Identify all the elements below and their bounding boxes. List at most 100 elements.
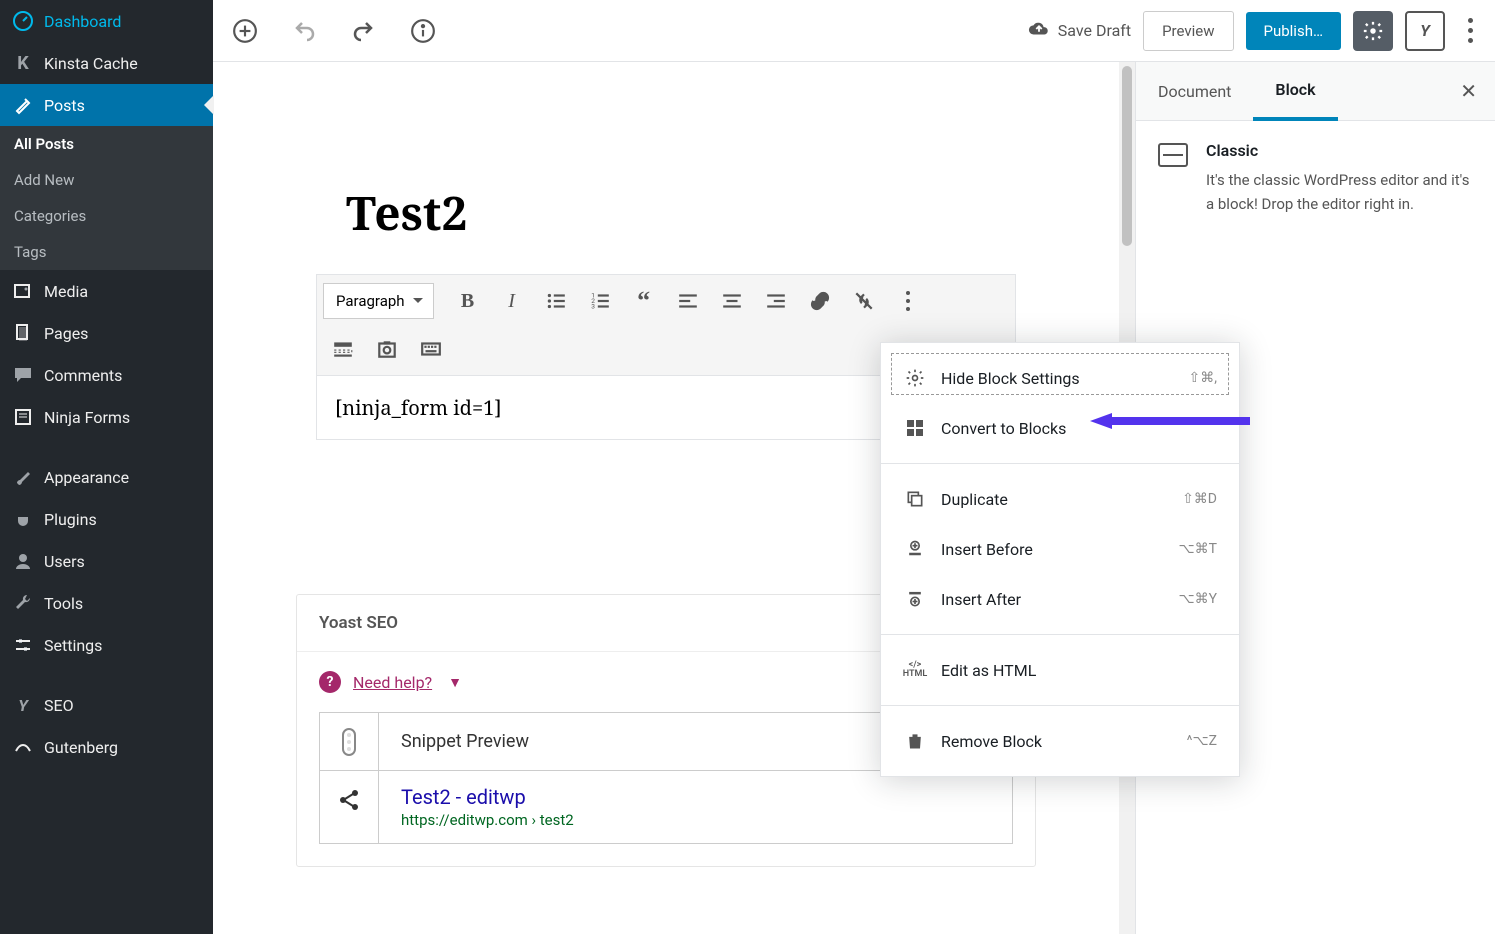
blocks-icon xyxy=(903,416,927,440)
tab-document[interactable]: Document xyxy=(1136,64,1253,119)
block-name: Classic xyxy=(1206,141,1473,160)
align-left-button[interactable] xyxy=(668,281,708,321)
user-icon xyxy=(12,550,34,572)
need-help-link[interactable]: Need help? xyxy=(353,673,432,692)
info-button[interactable] xyxy=(403,11,443,51)
duplicate-icon xyxy=(903,487,927,511)
sidebar-item-tools[interactable]: Tools xyxy=(0,582,213,624)
sidebar-item-appearance[interactable]: Appearance xyxy=(0,456,213,498)
sidebar-item-media[interactable]: Media xyxy=(0,270,213,312)
yoast-toggle-button[interactable]: Y xyxy=(1405,11,1445,51)
preview-button[interactable]: Preview xyxy=(1143,11,1233,51)
sidebar-label: Appearance xyxy=(44,468,129,487)
dashboard-icon xyxy=(12,10,34,32)
page-icon xyxy=(12,322,34,344)
snippet-title: Test2 - editwp xyxy=(401,785,990,809)
sidebar-item-seo[interactable]: Y SEO xyxy=(0,684,213,726)
admin-sidebar: Dashboard K Kinsta Cache Posts All Posts… xyxy=(0,0,213,934)
editor-topbar: Save Draft Preview Publish… Y xyxy=(213,0,1495,62)
duplicate-item[interactable]: Duplicate ⇧⌘D xyxy=(881,474,1239,524)
share-tab[interactable] xyxy=(320,771,378,829)
form-icon xyxy=(12,406,34,428)
insert-more-button[interactable] xyxy=(323,329,363,369)
submenu-add-new[interactable]: Add New xyxy=(0,162,213,198)
close-settings-button[interactable]: ✕ xyxy=(1442,79,1495,103)
sidebar-label: Media xyxy=(44,282,88,301)
sidebar-label: Ninja Forms xyxy=(44,408,130,427)
sidebar-item-users[interactable]: Users xyxy=(0,540,213,582)
convert-to-blocks-item[interactable]: Convert to Blocks xyxy=(881,403,1239,453)
bullet-list-button[interactable] xyxy=(536,281,576,321)
italic-button[interactable]: I xyxy=(492,281,532,321)
editor-body: Test2 Paragraph B I 123 “ xyxy=(213,62,1495,934)
sidebar-label: Plugins xyxy=(44,510,97,529)
bold-button[interactable]: B xyxy=(448,281,488,321)
publish-button[interactable]: Publish… xyxy=(1246,12,1342,50)
unlink-button[interactable] xyxy=(844,281,884,321)
sidebar-label: Tools xyxy=(44,594,83,613)
plug-icon xyxy=(12,508,34,530)
align-right-button[interactable] xyxy=(756,281,796,321)
submenu-tags[interactable]: Tags xyxy=(0,234,213,270)
keyboard-button[interactable] xyxy=(411,329,451,369)
submenu-all-posts[interactable]: All Posts xyxy=(0,126,213,162)
settings-toggle-button[interactable] xyxy=(1353,11,1393,51)
save-draft-button[interactable]: Save Draft xyxy=(1028,18,1131,44)
main-area: Save Draft Preview Publish… Y Test2 Para… xyxy=(213,0,1495,934)
svg-text:3: 3 xyxy=(591,303,595,311)
sidebar-item-settings[interactable]: Settings xyxy=(0,624,213,666)
sidebar-label: Dashboard xyxy=(44,12,121,31)
insert-after-item[interactable]: Insert After ⌥⌘Y xyxy=(881,574,1239,624)
hide-block-settings-item[interactable]: Hide Block Settings ⇧⌘, xyxy=(881,353,1239,403)
sidebar-item-kinsta[interactable]: K Kinsta Cache xyxy=(0,42,213,84)
save-draft-label: Save Draft xyxy=(1058,21,1131,40)
sidebar-label: SEO xyxy=(44,696,74,715)
tab-block[interactable]: Block xyxy=(1253,62,1337,121)
sidebar-label: Settings xyxy=(44,636,102,655)
sidebar-label: Users xyxy=(44,552,85,571)
add-block-button[interactable] xyxy=(225,11,265,51)
undo-button[interactable] xyxy=(287,13,323,49)
remove-block-item[interactable]: Remove Block ^⌥Z xyxy=(881,716,1239,766)
html-icon: </>HTML xyxy=(903,658,927,682)
format-select[interactable]: Paragraph xyxy=(323,283,434,319)
comment-icon xyxy=(12,364,34,386)
sidebar-item-ninja-forms[interactable]: Ninja Forms xyxy=(0,396,213,438)
yoast-icon: Y xyxy=(12,694,34,716)
align-center-button[interactable] xyxy=(712,281,752,321)
edit-as-html-item[interactable]: </>HTML Edit as HTML xyxy=(881,645,1239,695)
sidebar-item-dashboard[interactable]: Dashboard xyxy=(0,0,213,42)
block-more-button[interactable] xyxy=(888,281,928,321)
kinsta-icon: K xyxy=(12,52,34,74)
pin-icon xyxy=(12,94,34,116)
sidebar-item-comments[interactable]: Comments xyxy=(0,354,213,396)
gear-icon xyxy=(903,366,927,390)
add-media-button[interactable] xyxy=(367,329,407,369)
numbered-list-button[interactable]: 123 xyxy=(580,281,620,321)
insert-before-item[interactable]: Insert Before ⌥⌘T xyxy=(881,524,1239,574)
submenu-categories[interactable]: Categories xyxy=(0,198,213,234)
post-title-input[interactable]: Test2 xyxy=(286,62,1046,274)
media-icon xyxy=(12,280,34,302)
link-button[interactable] xyxy=(800,281,840,321)
snippet-url: https://editwp.com › test2 xyxy=(401,811,990,829)
sidebar-item-pages[interactable]: Pages xyxy=(0,312,213,354)
sidebar-label: Gutenberg xyxy=(44,738,118,757)
sidebar-label: Comments xyxy=(44,366,122,385)
redo-button[interactable] xyxy=(345,13,381,49)
insert-after-icon xyxy=(903,587,927,611)
blockquote-button[interactable]: “ xyxy=(624,281,664,321)
snippet-preview-body: Test2 - editwp https://editwp.com › test… xyxy=(379,770,1012,843)
traffic-light-tab[interactable] xyxy=(320,713,378,771)
sidebar-item-gutenberg[interactable]: Gutenberg xyxy=(0,726,213,768)
snippet-tabs xyxy=(320,713,379,843)
trash-icon xyxy=(903,729,927,753)
block-info: Classic It's the classic WordPress edito… xyxy=(1136,121,1495,236)
sidebar-item-posts[interactable]: Posts xyxy=(0,84,213,126)
sidebar-label: Pages xyxy=(44,324,88,343)
sidebar-item-plugins[interactable]: Plugins xyxy=(0,498,213,540)
help-icon: ? xyxy=(319,671,341,693)
sidebar-label: Kinsta Cache xyxy=(44,54,138,73)
more-menu-button[interactable] xyxy=(1457,10,1483,51)
posts-submenu: All Posts Add New Categories Tags xyxy=(0,126,213,270)
